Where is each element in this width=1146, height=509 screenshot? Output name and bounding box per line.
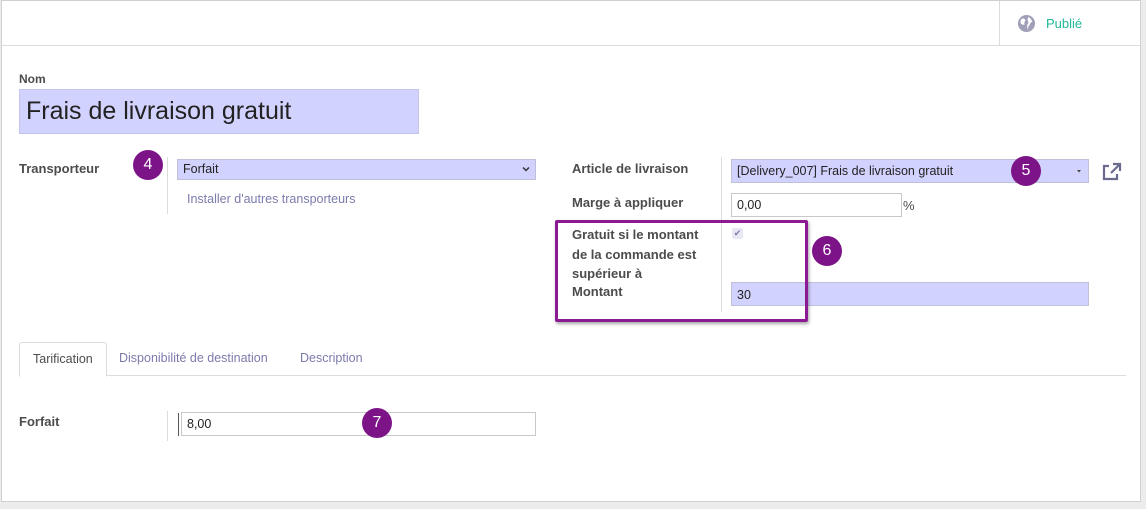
caret-down-icon xyxy=(1077,170,1081,173)
chevron-down-icon xyxy=(522,166,530,172)
name-label: Nom xyxy=(19,72,46,86)
divider xyxy=(167,411,168,441)
tab-pricing[interactable]: Tarification xyxy=(19,342,107,377)
install-carriers-link[interactable]: Installer d'autres transporteurs xyxy=(187,192,355,206)
annotation-badge-7: 7 xyxy=(362,408,392,438)
annotation-highlight-box xyxy=(555,220,808,322)
tab-description[interactable]: Description xyxy=(287,342,376,376)
margin-unit: % xyxy=(903,198,915,213)
external-link-icon[interactable] xyxy=(1100,162,1122,182)
annotation-badge-6: 6 xyxy=(812,236,842,266)
button-box: Publié xyxy=(2,1,1140,46)
text-cursor xyxy=(178,413,179,436)
product-label: Article de livraison xyxy=(572,161,689,176)
carrier-label: Transporteur xyxy=(19,161,100,176)
margin-label: Marge à appliquer xyxy=(572,195,684,210)
name-input[interactable]: Frais de livraison gratuit xyxy=(19,89,419,134)
carrier-select[interactable]: Forfait xyxy=(177,159,536,180)
publish-label: Publié xyxy=(1046,15,1083,31)
carrier-value: Forfait xyxy=(183,162,219,176)
tab-destination-availability[interactable]: Disponibilité de destination xyxy=(106,342,281,376)
divider xyxy=(167,157,168,214)
product-value: [Delivery_007] Frais de livraison gratui… xyxy=(737,164,954,178)
fixed-price-label: Forfait xyxy=(19,414,60,429)
notebook-tabs: Tarification Disponibilité de destinatio… xyxy=(19,342,1126,377)
globe-icon xyxy=(1017,14,1036,32)
form-sheet: Publié Nom Frais de livraison gratuit Tr… xyxy=(1,0,1141,502)
annotation-badge-5: 5 xyxy=(1011,156,1041,186)
fixed-price-input[interactable]: 8,00 xyxy=(181,412,536,436)
annotation-badge-4: 4 xyxy=(133,150,163,180)
margin-input[interactable]: 0,00 xyxy=(731,193,902,217)
publish-button[interactable]: Publié xyxy=(999,1,1140,45)
